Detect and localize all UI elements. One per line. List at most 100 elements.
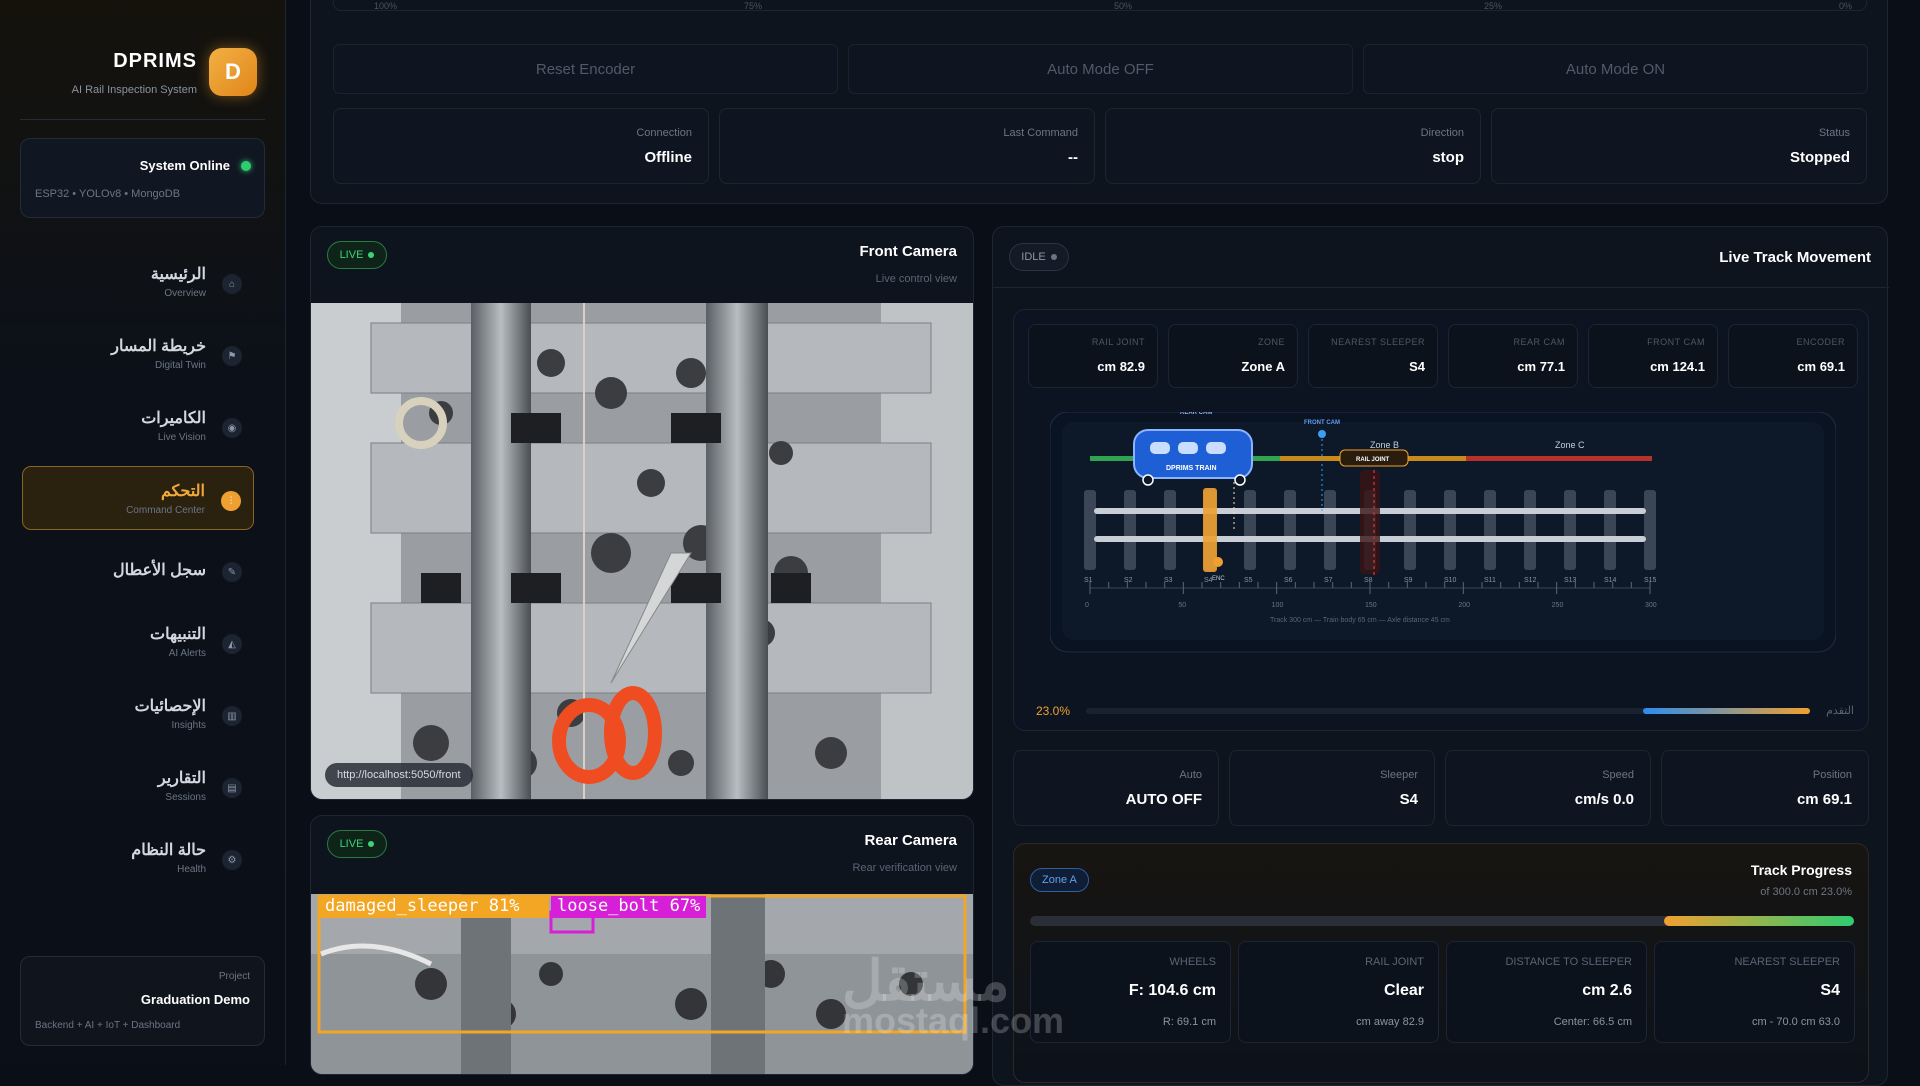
brand-subtitle: AI Rail Inspection System	[71, 84, 197, 96]
nav-sublabel: Command Center	[126, 505, 205, 516]
sleeper-bar	[1604, 490, 1616, 570]
gear-icon: ⚙	[222, 850, 242, 870]
live-dot-icon	[368, 841, 375, 847]
speed-card: Speed cm/s 0.0	[1445, 750, 1651, 826]
front-cam-marker	[1318, 430, 1326, 438]
metric-nearest-sleeper: NEAREST SLEEPER S4	[1308, 324, 1438, 388]
sleeper-label: Sleeper	[1380, 769, 1418, 781]
sleeper-bar	[1284, 490, 1296, 570]
status-label: Status	[1818, 127, 1850, 139]
position-value: cm 69.1	[1796, 791, 1852, 808]
nav-label: التحكم	[161, 483, 205, 500]
nav-item-overview[interactable]: الرئيسية Overview ⌂	[22, 250, 254, 314]
nav-item-alerts[interactable]: التنبيهات AI Alerts ◭	[22, 610, 254, 674]
auto-mode-off-button[interactable]: Auto Mode OFF	[848, 44, 1353, 94]
system-status-label: System Online	[139, 158, 230, 173]
metric-value: Zone A	[1241, 359, 1285, 374]
nav-label: التنبيهات	[150, 626, 206, 643]
metric-encoder: ENCODER cm 69.1	[1728, 324, 1858, 388]
idle-badge: IDLE	[1009, 243, 1069, 271]
train-window	[1150, 442, 1170, 454]
sleeper-bar	[1164, 490, 1176, 570]
front-camera-panel: LIVE Front Camera Live control view http…	[310, 226, 974, 800]
sleeper-label: S1	[1084, 577, 1093, 584]
card-value: F: 104.6 cm	[1128, 982, 1216, 999]
stream-url[interactable]: http://localhost:5050/front	[325, 763, 473, 787]
auto-mode-on-button[interactable]: Auto Mode ON	[1363, 44, 1868, 94]
train-label: DPRIMS TRAIN	[1166, 465, 1217, 472]
bell-icon: ◭	[222, 634, 242, 654]
reset-encoder-button[interactable]: Reset Encoder	[333, 44, 838, 94]
progress-fill	[1643, 708, 1810, 714]
live-badge: LIVE	[327, 241, 387, 269]
nav-item-reports[interactable]: التقارير Sessions ▤	[22, 754, 254, 818]
project-label: Project	[218, 971, 250, 982]
train-wheel-front	[1234, 474, 1246, 486]
brand-logo: D	[209, 48, 257, 96]
sleeper-bar	[1524, 490, 1536, 570]
position-label: Position	[1812, 769, 1852, 781]
sliders-icon: ⫶	[221, 491, 241, 511]
sleeper-bar	[1644, 490, 1656, 570]
track-progress-subtitle: of 300.0 cm 23.0%	[1760, 886, 1852, 898]
encoder-label: ENC	[1212, 576, 1225, 582]
nav-sublabel: Health	[177, 864, 206, 875]
metric-key: FRONT CAM	[1647, 337, 1705, 347]
project-name: Graduation Demo	[140, 992, 250, 1007]
camera-title: Front Camera	[859, 243, 957, 260]
track-progress-panel: Zone A Track Progress of 300.0 cm 23.0% …	[1013, 843, 1869, 1083]
wrench-icon: ✎	[222, 562, 242, 582]
nav-item-control[interactable]: التحكم Command Center ⫶	[22, 466, 254, 530]
scale-tick: 25%	[1484, 1, 1503, 11]
nearest-sleeper-card: NEAREST SLEEPER S4 cm - 70.0 cm 63.0	[1654, 941, 1855, 1043]
zone-c-bar	[1466, 456, 1652, 461]
metric-front-cam: FRONT CAM cm 124.1	[1588, 324, 1718, 388]
sleeper-label: S6	[1284, 577, 1293, 584]
metric-value: cm 69.1	[1797, 359, 1845, 374]
nav-item-fault-log[interactable]: سجل الأعطال ✎	[22, 538, 254, 602]
nav-item-digital-twin[interactable]: خريطة المسار Digital Twin ⚑	[22, 322, 254, 386]
scale-label: 150	[1365, 602, 1377, 609]
card-value: Clear	[1383, 982, 1424, 999]
zone-b-label: Zone B	[1370, 440, 1399, 450]
nav-label: سجل الأعطال	[112, 562, 206, 579]
nav-sublabel: Overview	[164, 288, 206, 299]
track-progress-title: Track Progress	[1750, 862, 1852, 878]
sleeper-label: S2	[1124, 577, 1133, 584]
motor-scale: 100% 75% 50% 25% 0%	[333, 0, 1867, 11]
nav-label: الإحصائيات	[134, 698, 206, 715]
live-badge-label: LIVE	[339, 838, 364, 850]
connection-label: Connection	[636, 127, 692, 139]
rail-joint-card: RAIL JOINT Clear cm away 82.9	[1238, 941, 1439, 1043]
metric-zone: ZONE Zone A	[1168, 324, 1298, 388]
rail-joint-label: RAIL JOINT	[1356, 457, 1390, 463]
encoder-marker	[1213, 557, 1223, 567]
card-sub: Center: 66.5 cm	[1553, 1016, 1632, 1028]
metric-key: NEAREST SLEEPER	[1331, 337, 1425, 347]
metric-value: S4	[1409, 359, 1425, 374]
scale-label: 300	[1645, 602, 1657, 609]
track-panel: IDLE Live Track Movement RAIL JOINT cm 82…	[992, 226, 1889, 1086]
connection-value: Offline	[644, 149, 693, 166]
control-panel: 100% 75% 50% 25% 0% Reset Encoder Auto M…	[310, 0, 1888, 204]
nav-sublabel: Insights	[171, 720, 206, 731]
zone-badge: Zone A	[1030, 868, 1089, 892]
nav-item-insights[interactable]: الإحصائيات Insights ▥	[22, 682, 254, 746]
chart-icon: ▥	[222, 706, 242, 726]
detection-label-damaged-sleeper: damaged_sleeper 81%	[325, 896, 520, 916]
train-wheel-rear	[1142, 474, 1154, 486]
last-command-value: --	[1068, 149, 1078, 166]
card-value: S4	[1820, 982, 1840, 999]
sleeper-bar	[1444, 490, 1456, 570]
sleeper-label: S11	[1484, 577, 1496, 584]
detection-label-loose-bolt: loose_bolt 67%	[557, 896, 701, 916]
nav-item-health[interactable]: حالة النظام Health ⚙	[22, 826, 254, 890]
sleeper-label: S8	[1364, 577, 1373, 584]
nav-item-cameras[interactable]: الكاميرات Live Vision ◉	[22, 394, 254, 458]
zone-c-label: Zone C	[1555, 440, 1585, 450]
project-card: Project Graduation Demo Backend + AI + I…	[20, 956, 265, 1046]
sleeper-card: Sleeper S4	[1229, 750, 1435, 826]
sleeper-bar	[1404, 490, 1416, 570]
metric-rail-joint: RAIL JOINT cm 82.9	[1028, 324, 1158, 388]
card-key: NEAREST SLEEPER	[1734, 956, 1840, 968]
